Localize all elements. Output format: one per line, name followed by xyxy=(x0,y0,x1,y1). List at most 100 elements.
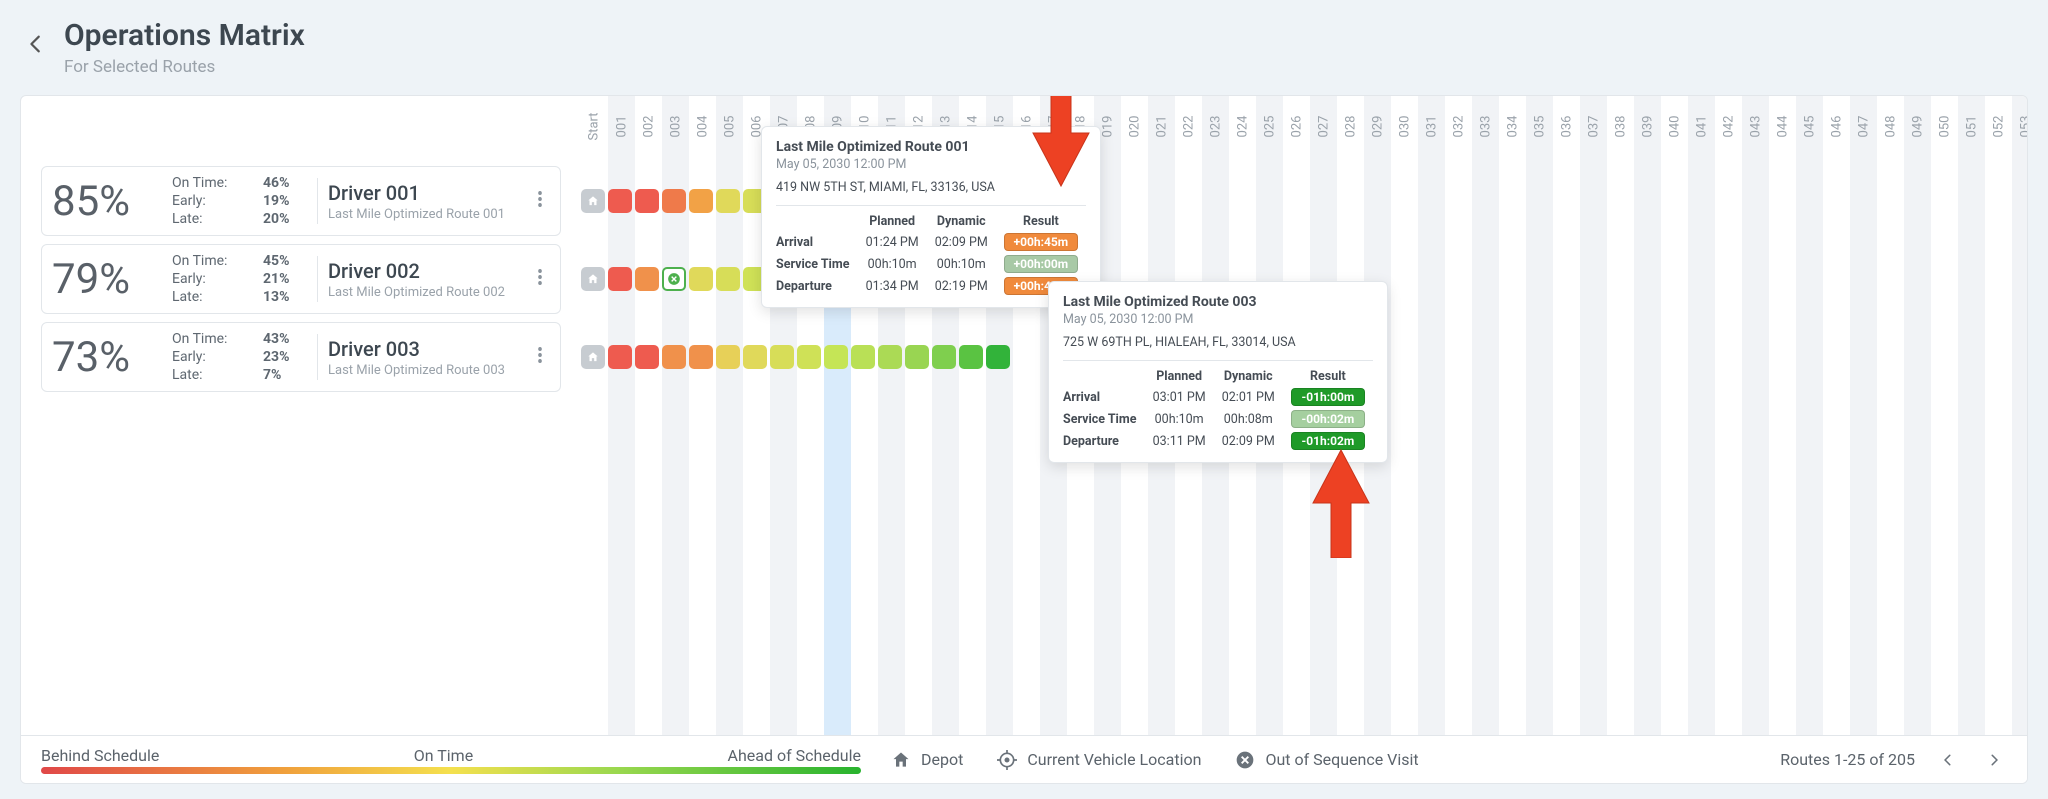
ruler-col: 005 xyxy=(716,96,743,156)
stop-marker[interactable] xyxy=(824,345,848,369)
route-summary[interactable]: 85%On Time:46%Early:19%Late:20%Driver 00… xyxy=(41,166,561,236)
tip-result: +00h:00m xyxy=(996,253,1086,275)
stop-marker[interactable] xyxy=(797,345,821,369)
ruler-col: 038 xyxy=(1607,96,1634,156)
ruler-col: 023 xyxy=(1202,96,1229,156)
target-icon xyxy=(997,750,1017,770)
col-planned: Planned xyxy=(1145,367,1214,386)
scale-ahead-label: Ahead of Schedule xyxy=(728,746,861,765)
ruler-col: 037 xyxy=(1580,96,1607,156)
tip-row-label: Service Time xyxy=(776,253,858,275)
ruler-col: 051 xyxy=(1958,96,1985,156)
route-name: Last Mile Optimized Route 002 xyxy=(328,285,520,300)
route-row: 73%On Time:43%Early:23%Late:7%Driver 003… xyxy=(41,322,2027,392)
ruler-col: 020 xyxy=(1121,96,1148,156)
tip-planned: 01:34 PM xyxy=(858,275,927,297)
ruler-col: 024 xyxy=(1229,96,1256,156)
tip-dynamic: 00h:08m xyxy=(1214,408,1283,430)
stop-marker[interactable] xyxy=(662,189,686,213)
legend-oos-label: Out of Sequence Visit xyxy=(1265,750,1418,769)
ruler-col: 028 xyxy=(1337,96,1364,156)
ruler-col: 043 xyxy=(1742,96,1769,156)
stop-marker[interactable] xyxy=(635,267,659,291)
driver-name: Driver 001 xyxy=(328,181,520,205)
stop-tooltip-2: Last Mile Optimized Route 003 May 05, 20… xyxy=(1048,281,1388,463)
stop-marker[interactable] xyxy=(689,345,713,369)
stop-marker[interactable] xyxy=(635,345,659,369)
ruler-col: 002 xyxy=(635,96,662,156)
route-track xyxy=(561,322,1010,392)
route-summary[interactable]: 79%On Time:45%Early:21%Late:13%Driver 00… xyxy=(41,244,561,314)
stop-marker[interactable] xyxy=(608,267,632,291)
ruler-col: 052 xyxy=(1985,96,2012,156)
ruler-col: 049 xyxy=(1904,96,1931,156)
ruler-col: 025 xyxy=(1256,96,1283,156)
ruler-col: 053 xyxy=(2012,96,2028,156)
route-stats: On Time:45%Early:21%Late:13% xyxy=(172,252,307,306)
home-icon xyxy=(891,750,911,770)
stop-marker[interactable] xyxy=(932,345,956,369)
annotation-arrow-down xyxy=(1031,95,1091,188)
stop-marker[interactable] xyxy=(878,345,902,369)
stop-marker[interactable] xyxy=(608,189,632,213)
col-result: Result xyxy=(996,212,1086,231)
route-stats: On Time:43%Early:23%Late:7% xyxy=(172,330,307,384)
tip-row-label: Arrival xyxy=(1063,386,1145,408)
stop-marker[interactable] xyxy=(986,345,1010,369)
ruler-col: 030 xyxy=(1391,96,1418,156)
route-name: Last Mile Optimized Route 003 xyxy=(328,363,520,378)
tooltip-datetime: May 05, 2030 12:00 PM xyxy=(1063,312,1373,327)
tip-dynamic: 02:01 PM xyxy=(1214,386,1283,408)
route-name: Last Mile Optimized Route 001 xyxy=(328,207,520,222)
tip-planned: 01:24 PM xyxy=(858,231,927,253)
footer-bar: Behind Schedule On Time Ahead of Schedul… xyxy=(21,735,2027,783)
depot-marker[interactable] xyxy=(581,345,605,369)
pager-next-button[interactable] xyxy=(1981,747,2007,773)
row-menu-button[interactable]: ••• xyxy=(530,192,550,210)
close-circle-icon xyxy=(1235,750,1255,770)
ruler-col: 041 xyxy=(1688,96,1715,156)
legend-depot: Depot xyxy=(891,750,963,770)
legend-current-location: Current Vehicle Location xyxy=(997,750,1201,770)
page-subtitle: For Selected Routes xyxy=(64,57,305,77)
depot-marker[interactable] xyxy=(581,189,605,213)
stop-marker[interactable] xyxy=(905,345,929,369)
tip-planned: 03:11 PM xyxy=(1145,430,1214,452)
legend-current-label: Current Vehicle Location xyxy=(1027,750,1201,769)
stop-marker[interactable] xyxy=(716,189,740,213)
ruler-col: 033 xyxy=(1472,96,1499,156)
route-summary[interactable]: 73%On Time:43%Early:23%Late:7%Driver 003… xyxy=(41,322,561,392)
stop-marker[interactable] xyxy=(851,345,875,369)
stop-marker[interactable] xyxy=(743,345,767,369)
stop-marker[interactable] xyxy=(689,189,713,213)
stop-marker[interactable] xyxy=(770,345,794,369)
scale-behind-label: Behind Schedule xyxy=(41,746,159,765)
stop-marker[interactable] xyxy=(716,345,740,369)
route-pct: 85% xyxy=(52,177,162,226)
ruler-col: 026 xyxy=(1283,96,1310,156)
stop-marker[interactable] xyxy=(689,267,713,291)
ruler-col: 031 xyxy=(1418,96,1445,156)
back-button[interactable] xyxy=(22,30,50,58)
tip-planned: 00h:10m xyxy=(1145,408,1214,430)
stop-marker[interactable] xyxy=(662,345,686,369)
stop-marker[interactable] xyxy=(716,267,740,291)
ruler-col: 022 xyxy=(1175,96,1202,156)
ruler-col: 035 xyxy=(1526,96,1553,156)
row-menu-button[interactable]: ••• xyxy=(530,270,550,288)
stop-marker[interactable] xyxy=(608,345,632,369)
ruler-col: 029 xyxy=(1364,96,1391,156)
stop-marker[interactable] xyxy=(959,345,983,369)
tip-result: -00h:02m xyxy=(1283,408,1373,430)
stop-marker[interactable] xyxy=(635,189,659,213)
out-of-sequence-marker[interactable] xyxy=(662,267,686,291)
page-title: Operations Matrix xyxy=(64,18,305,53)
matrix-panel: Start00100200300400500600700800901001101… xyxy=(20,95,2028,784)
pager-prev-button[interactable] xyxy=(1935,747,1961,773)
tip-row-label: Service Time xyxy=(1063,408,1145,430)
col-result: Result xyxy=(1283,367,1373,386)
ruler-col: 027 xyxy=(1310,96,1337,156)
col-dynamic: Dynamic xyxy=(1214,367,1283,386)
depot-marker[interactable] xyxy=(581,267,605,291)
row-menu-button[interactable]: ••• xyxy=(530,348,550,366)
